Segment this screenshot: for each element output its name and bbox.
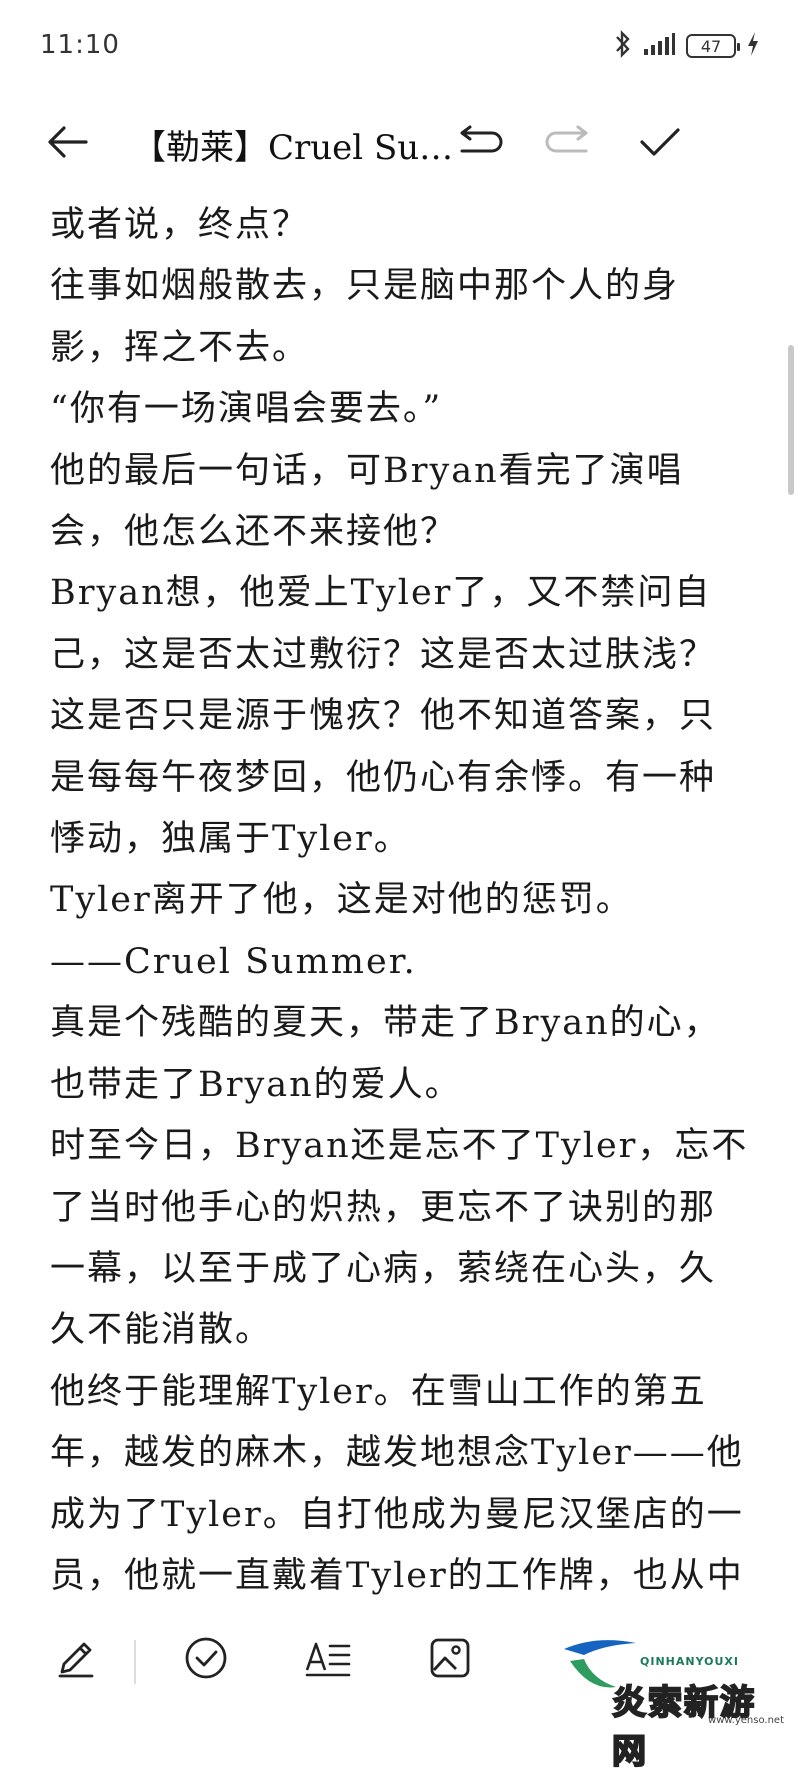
paragraph: 他的最后一句话，可Bryan看完了演唱会，他怎么还不来接他？	[50, 450, 684, 553]
confirm-button[interactable]	[632, 116, 688, 172]
handwriting-button[interactable]	[46, 1630, 106, 1690]
paragraph: ——Cruel Summer.	[50, 941, 417, 982]
check-circle-icon	[183, 1635, 229, 1685]
checkmark-icon	[638, 125, 682, 163]
status-time: 11:10	[40, 30, 120, 60]
image-icon	[428, 1636, 472, 1684]
bluetooth-icon	[614, 30, 632, 62]
watermark-brand: QINHANYOUXI	[640, 1655, 740, 1668]
charging-icon	[746, 31, 760, 61]
arrow-left-icon	[46, 124, 90, 164]
back-button[interactable]	[40, 116, 96, 172]
paragraph: 时至今日，Bryan还是忘不了Tyler，忘不了当时他手心的炽热，更忘不了诀别的…	[50, 1126, 749, 1351]
redo-icon	[544, 125, 592, 163]
paragraph: “你有一场演唱会要去。”	[50, 389, 443, 430]
paragraph: 往事如烟般散去，只是脑中那个人的身影，挥之不去。	[50, 266, 680, 368]
checklist-button[interactable]	[176, 1630, 236, 1690]
battery-icon: 47	[686, 34, 740, 58]
document-title: 【勒莱】Cruel Sum···	[132, 128, 472, 168]
status-icons: 47	[614, 30, 760, 62]
note-content[interactable]: 或者说，终点？ 往事如烟般散去，只是脑中那个人的身影，挥之不去。 “你有一场演唱…	[50, 195, 750, 1607]
site-watermark: QINHANYOUXI 炎索新游网 www.yenso.net	[560, 1615, 790, 1773]
paragraph: Bryan想，他爱上Tyler了，又不禁问自己，这是否太过敷衍？这是否太过肤浅？…	[50, 573, 717, 860]
signal-icon	[642, 31, 676, 61]
watermark-url: www.yenso.net	[708, 1715, 784, 1726]
status-bar: 11:10 47	[0, 0, 800, 92]
paragraph: 真是个残酷的夏天，带走了Bryan的心，也带走了Bryan的爱人。	[50, 1003, 721, 1105]
pen-icon	[54, 1636, 98, 1684]
text-format-icon	[305, 1638, 351, 1682]
scrollbar[interactable]	[788, 345, 794, 495]
redo-button[interactable]	[540, 116, 596, 172]
paragraph: 他终于能理解Tyler。在雪山工作的第五年，越发的麻木，越发地想念Tyler——…	[50, 1371, 744, 1596]
paragraph: 或者说，终点？	[50, 205, 310, 245]
text-format-button[interactable]	[298, 1630, 358, 1690]
toolbar-divider	[134, 1640, 136, 1684]
paragraph: Tyler离开了他，这是对他的惩罚。	[50, 880, 633, 921]
insert-image-button[interactable]	[420, 1630, 480, 1690]
